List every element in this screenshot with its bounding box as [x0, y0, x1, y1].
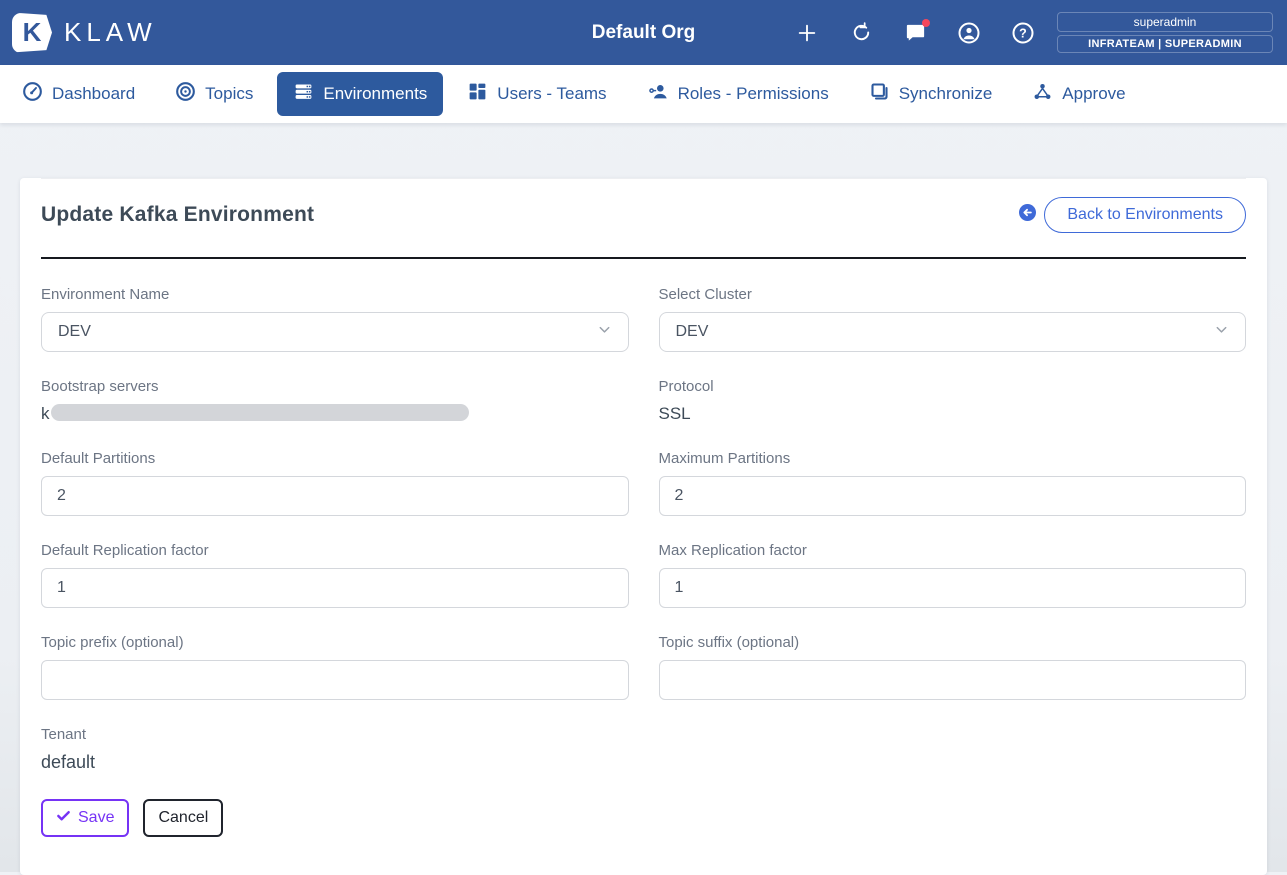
server-stack-icon	[293, 81, 314, 107]
max-replication-factor-label: Max Replication factor	[659, 542, 1247, 559]
redaction-overlay	[51, 404, 469, 421]
navbar-icons: ?	[795, 21, 1035, 45]
help-icon[interactable]: ?	[1011, 21, 1035, 45]
environment-name-label: Environment Name	[41, 286, 629, 303]
environment-name-value: DEV	[58, 323, 91, 341]
top-navbar: K KLAW Default Org	[0, 0, 1287, 65]
update-environment-card: Update Kafka Environment Back to Environ…	[20, 178, 1267, 875]
chevron-down-icon	[597, 322, 612, 342]
default-partitions-input[interactable]	[41, 476, 629, 516]
tab-label: Roles - Permissions	[678, 84, 829, 104]
tab-label: Dashboard	[52, 84, 135, 104]
copy-layers-icon	[869, 81, 890, 107]
page-title: Update Kafka Environment	[41, 203, 314, 227]
tab-synchronize[interactable]: Synchronize	[853, 72, 1009, 116]
back-arrow-icon	[1019, 204, 1036, 226]
protocol-label: Protocol	[659, 378, 1247, 395]
select-cluster-label: Select Cluster	[659, 286, 1247, 303]
bootstrap-servers-value: k	[41, 404, 629, 424]
username[interactable]: superadmin	[1057, 12, 1273, 32]
field-topic-prefix: Topic prefix (optional)	[41, 634, 629, 700]
tab-topics[interactable]: Topics	[159, 72, 269, 116]
field-max-replication-factor: Max Replication factor	[659, 542, 1247, 608]
org-title: Default Org	[592, 22, 695, 44]
default-replication-factor-label: Default Replication factor	[41, 542, 629, 559]
cancel-button[interactable]: Cancel	[143, 799, 223, 837]
back-to-environments[interactable]: Back to Environments	[1019, 197, 1246, 233]
messages-icon[interactable]	[903, 21, 927, 45]
user-menu[interactable]: superadmin INFRATEAM | SUPERADMIN	[1057, 12, 1273, 53]
tab-approve[interactable]: Approve	[1016, 72, 1141, 116]
tenant-value: default	[41, 752, 629, 773]
tab-label: Synchronize	[899, 84, 993, 104]
select-cluster-value: DEV	[676, 323, 709, 341]
default-partitions-label: Default Partitions	[41, 450, 629, 467]
topic-prefix-label: Topic prefix (optional)	[41, 634, 629, 651]
target-icon	[175, 81, 196, 107]
add-icon[interactable]	[795, 21, 819, 45]
topic-suffix-label: Topic suffix (optional)	[659, 634, 1247, 651]
refresh-icon[interactable]	[849, 21, 873, 45]
svg-text:?: ?	[1019, 26, 1027, 40]
account-icon[interactable]	[957, 21, 981, 45]
protocol-value: SSL	[659, 404, 1247, 424]
tab-environments[interactable]: Environments	[277, 72, 443, 116]
chevron-down-icon	[1214, 322, 1229, 342]
network-icon	[1032, 81, 1053, 107]
maximum-partitions-input[interactable]	[659, 476, 1247, 516]
field-topic-suffix: Topic suffix (optional)	[659, 634, 1247, 700]
tab-users-teams[interactable]: Users - Teams	[451, 72, 622, 116]
check-icon	[56, 808, 71, 828]
field-default-replication-factor: Default Replication factor	[41, 542, 629, 608]
field-environment-name: Environment Name DEV	[41, 286, 629, 352]
user-key-icon	[647, 81, 669, 108]
field-select-cluster: Select Cluster DEV	[659, 286, 1247, 352]
main-content: Update Kafka Environment Back to Environ…	[0, 123, 1287, 875]
klaw-logo-icon: K	[12, 13, 52, 53]
tenant-label: Tenant	[41, 726, 629, 743]
field-protocol: Protocol SSL	[659, 378, 1247, 424]
tab-label: Approve	[1062, 84, 1125, 104]
main-nav-tabs: Dashboard Topics Environments	[0, 65, 1287, 123]
environment-name-select[interactable]: DEV	[41, 312, 629, 352]
brand-name: KLAW	[64, 17, 157, 48]
notification-dot	[922, 19, 930, 27]
tab-label: Topics	[205, 84, 253, 104]
back-to-environments-button[interactable]: Back to Environments	[1044, 197, 1246, 233]
save-button[interactable]: Save	[41, 799, 129, 837]
default-replication-factor-input[interactable]	[41, 568, 629, 608]
field-bootstrap-servers: Bootstrap servers k	[41, 378, 629, 424]
environment-form: Environment Name DEV Select Cluster DEV	[20, 259, 1267, 773]
card-header: Update Kafka Environment Back to Environ…	[20, 179, 1267, 257]
field-tenant: Tenant default	[41, 726, 629, 773]
maximum-partitions-label: Maximum Partitions	[659, 450, 1247, 467]
grid-people-icon	[467, 81, 488, 107]
select-cluster-select[interactable]: DEV	[659, 312, 1247, 352]
field-maximum-partitions: Maximum Partitions	[659, 450, 1247, 516]
tab-label: Environments	[323, 84, 427, 104]
gauge-icon	[22, 81, 43, 107]
field-default-partitions: Default Partitions	[41, 450, 629, 516]
klaw-logo[interactable]: K KLAW	[12, 13, 157, 53]
tab-roles-permissions[interactable]: Roles - Permissions	[631, 72, 845, 117]
save-button-label: Save	[78, 809, 114, 827]
team-role[interactable]: INFRATEAM | SUPERADMIN	[1057, 35, 1273, 53]
topic-suffix-input[interactable]	[659, 660, 1247, 700]
topic-prefix-input[interactable]	[41, 660, 629, 700]
max-replication-factor-input[interactable]	[659, 568, 1247, 608]
form-actions: Save Cancel	[20, 773, 1267, 837]
bootstrap-servers-label: Bootstrap servers	[41, 378, 629, 395]
tab-dashboard[interactable]: Dashboard	[6, 72, 151, 116]
tab-label: Users - Teams	[497, 84, 606, 104]
